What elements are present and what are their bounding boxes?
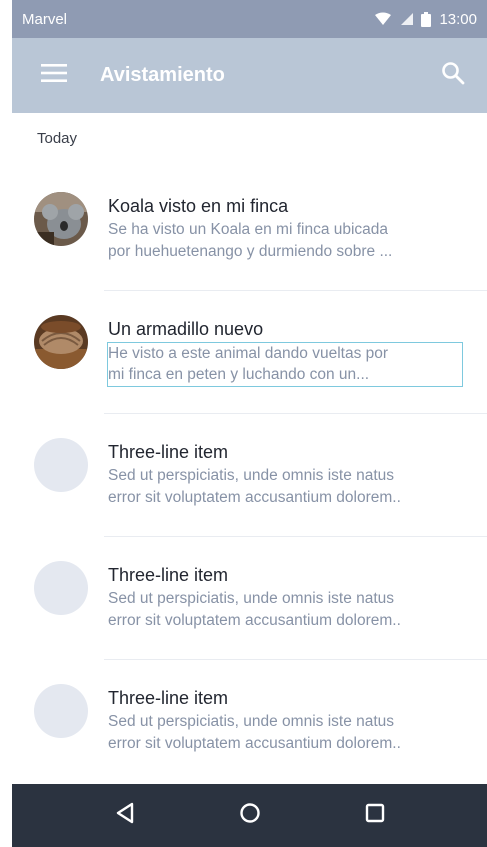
avatar-placeholder	[34, 438, 88, 492]
battery-icon	[421, 11, 432, 27]
list-item-text: Three-line item Sed ut perspiciatis, und…	[108, 563, 468, 631]
list-item-line-1: He visto a este animal dando vueltas por	[108, 345, 389, 362]
list-item[interactable]: Un armadillo nuevo He visto a este anima…	[12, 291, 487, 414]
list-item-line-1: Sed ut perspiciatis, unde omnis iste nat…	[108, 467, 395, 484]
list-item-title: Koala visto en mi finca	[108, 196, 289, 216]
list-item[interactable]: Three-line item Sed ut perspiciatis, und…	[12, 660, 487, 783]
phone-screen: Marvel 13:00 Avistamiento Today Koala vi…	[12, 0, 487, 847]
home-button[interactable]	[220, 784, 280, 847]
recents-icon	[364, 802, 386, 829]
koala-photo	[34, 192, 88, 246]
list-item[interactable]: Koala visto en mi finca Se ha visto un K…	[12, 168, 487, 291]
status-bar: Marvel 13:00	[12, 0, 487, 38]
recents-button[interactable]	[345, 784, 405, 847]
avatar-placeholder	[34, 561, 88, 615]
list-item-line-2: error sit voluptatem accusantium dolorem…	[108, 489, 401, 506]
search-icon	[441, 61, 465, 90]
avatar	[34, 315, 88, 369]
search-button[interactable]	[423, 38, 483, 113]
avatar	[34, 192, 88, 246]
wifi-icon	[375, 12, 392, 26]
avatar-placeholder	[34, 684, 88, 738]
sighting-list: Koala visto en mi finca Se ha visto un K…	[12, 168, 487, 783]
list-item-title: Three-line item	[108, 565, 229, 585]
list-item-text: Un armadillo nuevo He visto a este anima…	[107, 317, 468, 387]
menu-button[interactable]	[24, 38, 84, 113]
list-item-title: Un armadillo nuevo	[108, 319, 264, 339]
list-item[interactable]: Three-line item Sed ut perspiciatis, und…	[12, 537, 487, 660]
list-item-text: Three-line item Sed ut perspiciatis, und…	[108, 686, 468, 754]
list-item-line-1: Se ha visto un Koala en mi finca ubicada	[108, 221, 389, 238]
menu-icon	[41, 64, 67, 87]
clock: 13:00	[439, 10, 477, 28]
status-icons: 13:00	[375, 11, 477, 28]
back-button[interactable]	[95, 784, 155, 847]
list-item-line-2: mi finca en peten y luchando con un...	[108, 366, 370, 383]
list-item-line-2: error sit voluptatem accusantium dolorem…	[108, 612, 401, 629]
list-item-line-2: error sit voluptatem accusantium dolorem…	[108, 735, 401, 752]
list-item-text: Three-line item Sed ut perspiciatis, und…	[108, 440, 468, 508]
list-subheader: Today	[37, 130, 78, 147]
list-item-text: Koala visto en mi finca Se ha visto un K…	[108, 194, 468, 262]
list-item-line-1: Sed ut perspiciatis, unde omnis iste nat…	[108, 713, 395, 730]
list-item-line-2: por huehuetenango y durmiendo sobre ...	[108, 243, 393, 260]
list-item-description-selected[interactable]: He visto a este animal dando vueltas por…	[107, 342, 463, 387]
list-item-title: Three-line item	[108, 688, 229, 708]
system-nav-bar	[12, 784, 487, 847]
page-title: Avistamiento	[100, 64, 225, 86]
armadillo-photo	[34, 315, 88, 369]
app-bar: Avistamiento	[12, 38, 487, 113]
list-item-line-1: Sed ut perspiciatis, unde omnis iste nat…	[108, 590, 395, 607]
home-icon	[239, 802, 261, 829]
carrier-label: Marvel	[22, 10, 68, 28]
cell-signal-icon	[399, 12, 414, 26]
list-item-title: Three-line item	[108, 442, 229, 462]
back-icon	[115, 802, 135, 829]
list-item[interactable]: Three-line item Sed ut perspiciatis, und…	[12, 414, 487, 537]
